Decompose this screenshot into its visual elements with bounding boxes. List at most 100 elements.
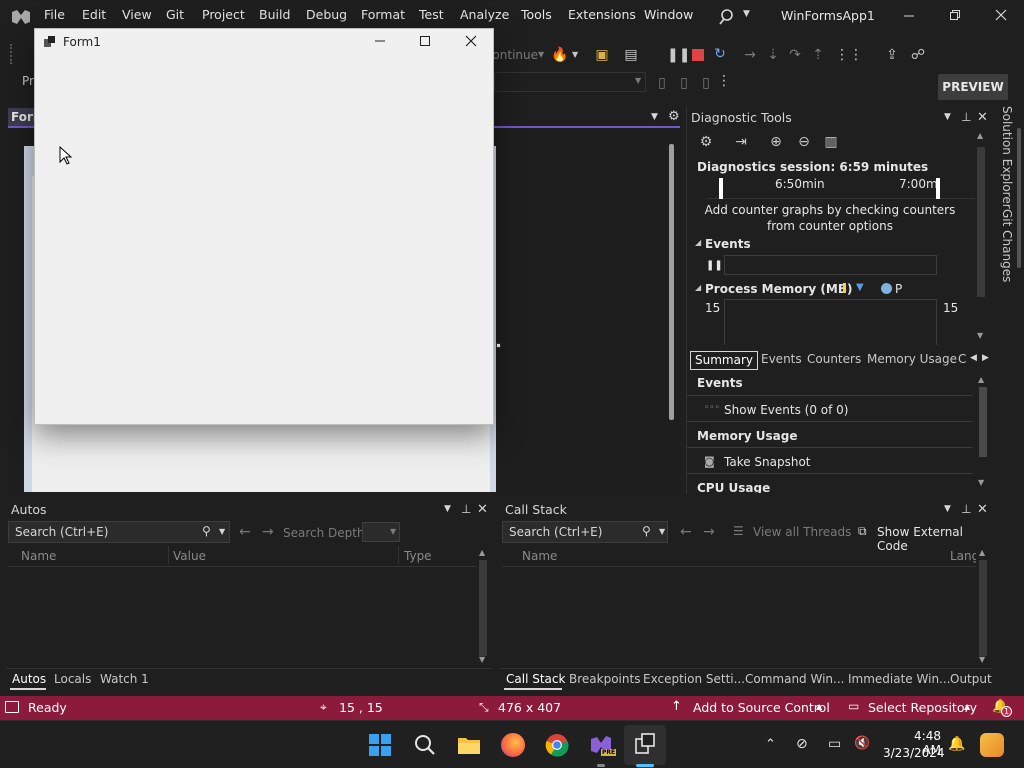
clock-date[interactable]: 3/23/2024 — [883, 746, 945, 760]
take-snapshot-link[interactable]: Take Snapshot — [724, 455, 811, 469]
summary-scroll-up-icon[interactable]: ▲ — [978, 375, 984, 384]
minimize-icon[interactable] — [903, 9, 915, 21]
tab-immediate-window[interactable]: Immediate Win... — [848, 672, 951, 686]
continue-button[interactable]: Continue — [494, 48, 538, 62]
callstack-scroll-down-icon[interactable]: ▼ — [979, 655, 985, 664]
hot-reload-dropdown-icon[interactable]: ▼ — [572, 50, 578, 59]
source-control-arrow-icon[interactable]: ▲ — [816, 702, 822, 711]
autos-pin-icon[interactable]: ⊥ — [461, 502, 471, 516]
solution-explorer-side-tab[interactable]: Solution Explorer — [1000, 106, 1014, 209]
add-to-source-control-button[interactable]: Add to Source Control — [693, 700, 830, 715]
form-close-icon[interactable] — [465, 35, 477, 47]
form-minimize-icon[interactable] — [374, 35, 386, 47]
menu-extensions[interactable]: Extensions — [566, 4, 638, 26]
notifications-icon[interactable]: 🔔 — [948, 736, 965, 752]
tray-overflow-icon[interactable]: ⌃ — [765, 737, 776, 752]
tabs-scroll-right-icon[interactable]: ▶ — [982, 353, 989, 363]
tabs-scroll-left-icon[interactable]: ◀ — [970, 353, 977, 363]
autos-search-icon[interactable]: ⚲ — [202, 524, 211, 538]
menu-project[interactable]: Project — [200, 4, 247, 26]
autos-scroll-down-icon[interactable]: ▼ — [479, 655, 485, 664]
autos-dropdown-icon[interactable]: ▼ — [444, 504, 451, 514]
tab-memory-usage[interactable]: Memory Usage — [867, 352, 957, 366]
menu-edit[interactable]: Edit — [80, 4, 108, 26]
winforms-app-icon[interactable] — [634, 733, 656, 755]
chart-icon[interactable]: ▥ — [822, 133, 840, 151]
autos-scrollbar[interactable] — [479, 560, 487, 656]
events-pause-icon[interactable]: ❚❚ — [706, 260, 723, 271]
toolbar-overflow-icon[interactable]: ⋮ — [715, 72, 733, 90]
tab-summary[interactable]: Summary — [690, 351, 758, 370]
menu-tools[interactable]: Tools — [519, 4, 554, 26]
tab-autos[interactable]: Autos — [12, 672, 46, 686]
autos-col-value[interactable]: Value — [173, 549, 206, 563]
zoom-out-icon[interactable]: ⊖ — [795, 133, 813, 151]
pin-icon[interactable]: ⊥ — [961, 110, 971, 124]
tab-command-window[interactable]: Command Win... — [745, 672, 844, 686]
select-tools-icon[interactable]: ⇥ — [732, 133, 750, 151]
file-explorer-icon[interactable] — [457, 734, 481, 756]
tab-call-stack[interactable]: Call Stack — [506, 672, 565, 686]
zoom-in-icon[interactable]: ⊕ — [767, 133, 785, 151]
memory-collapse-icon[interactable]: ◢ — [695, 283, 701, 292]
panel-close-icon[interactable]: ✕ — [977, 110, 988, 125]
tab-settings-icon[interactable]: ⚙ — [668, 109, 680, 124]
firefox-icon[interactable] — [501, 733, 525, 757]
menu-file[interactable]: File — [42, 4, 67, 26]
side-scrollbar[interactable] — [1017, 128, 1021, 268]
stop-icon[interactable] — [692, 49, 704, 61]
callstack-search-options-icon[interactable]: ▼ — [659, 527, 665, 536]
show-events-link[interactable]: Show Events (0 of 0) — [724, 403, 848, 417]
search-icon[interactable] — [718, 8, 736, 26]
tab-watch-1[interactable]: Watch 1 — [100, 672, 149, 686]
form-maximize-icon[interactable] — [419, 35, 431, 47]
pause-icon[interactable]: ❚❚ — [667, 46, 690, 64]
breakpoint-group-icon[interactable]: ⋮⋮ — [835, 46, 863, 64]
restore-icon[interactable] — [949, 9, 961, 21]
close-icon[interactable] — [995, 9, 1007, 21]
timeline-marker-left[interactable] — [719, 178, 723, 199]
source-control-icon[interactable]: ↑ — [671, 699, 682, 714]
chrome-icon[interactable] — [545, 733, 569, 757]
menu-view[interactable]: View — [120, 4, 154, 26]
autos-col-name[interactable]: Name — [21, 549, 56, 563]
summary-scroll-down-icon[interactable]: ▼ — [978, 478, 984, 487]
toolbar-dropdown-arrow-icon[interactable]: ▼ — [635, 76, 641, 85]
callstack-col-lang[interactable]: Lang — [950, 549, 976, 563]
tab-output[interactable]: Output — [950, 672, 992, 686]
diag-scrollbar[interactable] — [977, 147, 985, 297]
designer-scrollbar[interactable] — [669, 144, 674, 420]
menu-test[interactable]: Test — [417, 4, 446, 26]
menu-format[interactable]: Format — [359, 4, 407, 26]
diag-scroll-up-icon[interactable]: ▲ — [977, 131, 983, 140]
autos-search-options-icon[interactable]: ▼ — [219, 527, 225, 536]
events-collapse-icon[interactable]: ◢ — [695, 238, 701, 247]
volume-muted-icon[interactable]: 🔇 — [854, 736, 870, 751]
tab-exception-settings[interactable]: Exception Setti... — [643, 672, 745, 686]
git-changes-side-tab[interactable]: Git Changes — [1000, 209, 1014, 282]
tab-list-dropdown-icon[interactable]: ▼ — [651, 112, 658, 122]
autos-col-type[interactable]: Type — [404, 549, 432, 563]
preview-button[interactable]: PREVIEW — [938, 74, 1008, 100]
callstack-pin-icon[interactable]: ⊥ — [961, 502, 971, 516]
callstack-col-name[interactable]: Name — [522, 549, 557, 563]
share-icon[interactable]: ⇪ — [883, 46, 901, 64]
menu-debug[interactable]: Debug — [304, 4, 349, 26]
menu-window[interactable]: Window — [642, 4, 695, 26]
repository-icon[interactable]: ▭ — [848, 699, 859, 713]
network-offline-icon[interactable]: ⊘ — [796, 736, 808, 752]
menu-git[interactable]: Git — [164, 4, 186, 26]
hot-reload-icon[interactable]: 🔥 — [551, 46, 569, 64]
tab-breakpoints[interactable]: Breakpoints — [569, 672, 640, 686]
windows-start-icon[interactable] — [369, 734, 391, 756]
menu-analyze[interactable]: Analyze — [458, 4, 511, 26]
autos-search-input[interactable]: Search (Ctrl+E) — [8, 521, 230, 543]
live-share-icon[interactable]: ☍ — [909, 46, 927, 64]
tab-cpu-fragment[interactable]: C — [958, 352, 966, 366]
settings-icon[interactable]: ⚙ — [697, 133, 715, 151]
callstack-dropdown-icon[interactable]: ▼ — [944, 504, 951, 514]
diag-scroll-down-icon[interactable]: ▼ — [977, 331, 983, 340]
tab-locals[interactable]: Locals — [54, 672, 91, 686]
callstack-scroll-up-icon[interactable]: ▲ — [979, 548, 985, 557]
resize-handle[interactable] — [496, 343, 501, 348]
